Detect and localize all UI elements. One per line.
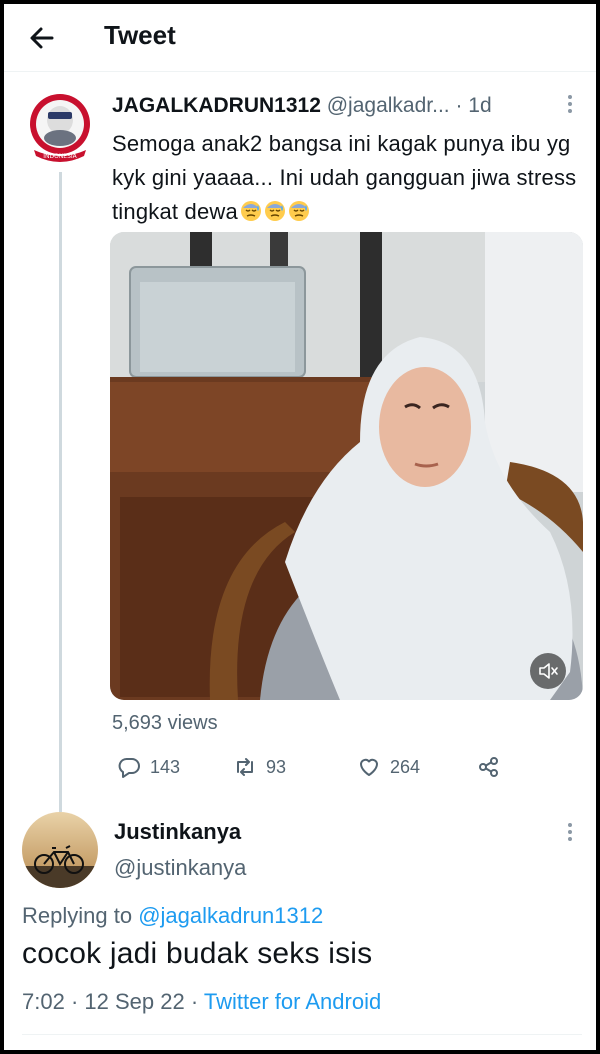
share-icon xyxy=(479,757,498,777)
reply-source-link[interactable]: Twitter for Android xyxy=(204,989,381,1014)
more-options-icon[interactable] xyxy=(560,92,580,116)
svg-text:INDONESIA: INDONESIA xyxy=(43,153,77,160)
retweet-button[interactable]: 93 xyxy=(232,752,286,782)
tweet-text-container: Semoga anak2 bangsa ini kagak punya ibu … xyxy=(112,127,582,229)
heart-icon xyxy=(360,758,378,776)
downcast-sweat-face-emoji-icon xyxy=(288,198,310,221)
separator-dot: · xyxy=(70,989,85,1014)
tweet-detail-screen: Tweet INDONESIA JAGALKADRUN1312 @jagalka… xyxy=(4,4,596,1050)
reply-button[interactable]: 143 xyxy=(116,752,180,782)
reply-text: cocok jadi budak seks isis xyxy=(22,937,373,970)
top-bar: Tweet xyxy=(4,4,596,72)
replying-to-line: Replying to @jagalkadrun1312 xyxy=(22,903,323,929)
tweet-text: Semoga anak2 bangsa ini kagak punya ibu … xyxy=(112,131,577,224)
tweet-actions: 143 93 264 xyxy=(112,752,582,782)
author-avatar[interactable]: INDONESIA xyxy=(22,90,98,166)
separator-dot: · xyxy=(455,94,469,117)
author-name[interactable]: JAGALKADRUN1312 xyxy=(112,94,321,117)
speaker-muted-icon xyxy=(539,663,558,679)
downcast-sweat-face-emoji-icon xyxy=(264,198,286,221)
reply-count: 143 xyxy=(150,756,181,777)
reply-bubble-icon xyxy=(118,758,140,778)
reply-metadata: 7:02 · 12 Sep 22 · Twitter for Android xyxy=(22,989,381,1015)
replier-handle[interactable]: @justinkanya xyxy=(114,855,246,881)
replying-to-link[interactable]: @jagalkadrun1312 xyxy=(138,903,323,928)
retweet-icon xyxy=(237,758,253,776)
like-button[interactable]: 264 xyxy=(356,752,420,782)
tweet-video[interactable] xyxy=(110,232,583,700)
thread-connector xyxy=(59,172,62,812)
downcast-sweat-face-emoji-icon xyxy=(240,198,262,221)
replier-avatar[interactable] xyxy=(22,812,98,888)
retweet-count: 93 xyxy=(266,756,287,777)
mute-toggle-button[interactable] xyxy=(530,653,566,689)
replying-label: Replying to xyxy=(22,903,133,928)
author-handle[interactable]: @jagalkadr... xyxy=(327,94,450,117)
tweet-header: JAGALKADRUN1312 @jagalkadr... · 1d xyxy=(112,94,492,118)
reply-time[interactable]: 7:02 xyxy=(22,989,65,1014)
replier-name[interactable]: Justinkanya xyxy=(114,819,241,845)
tweet-time[interactable]: 1d xyxy=(468,94,491,117)
view-count: 5,693 views xyxy=(112,712,218,734)
page-title: Tweet xyxy=(104,20,176,50)
divider xyxy=(22,1034,582,1035)
back-arrow-icon[interactable] xyxy=(26,22,58,54)
more-options-icon[interactable] xyxy=(560,820,580,844)
like-count: 264 xyxy=(390,756,421,777)
share-button[interactable] xyxy=(476,752,502,782)
separator-dot: · xyxy=(190,989,204,1014)
reply-date[interactable]: 12 Sep 22 xyxy=(84,989,184,1014)
